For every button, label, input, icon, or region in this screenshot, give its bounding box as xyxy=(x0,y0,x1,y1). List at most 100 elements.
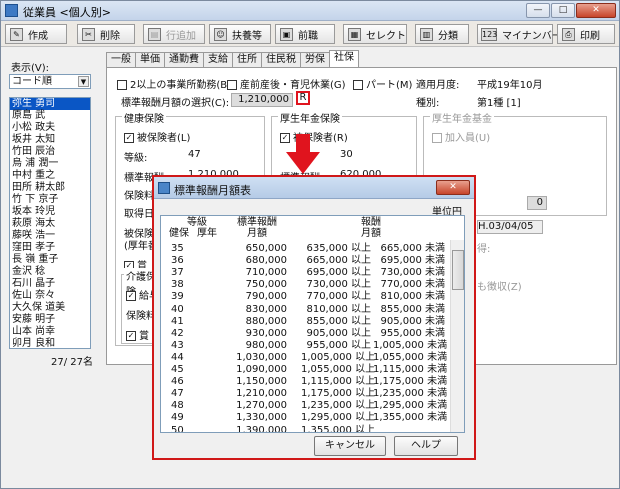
create-button[interactable]: ✎ 作成 xyxy=(5,24,67,44)
table-cell: 790,000 xyxy=(245,291,287,303)
cancel-button[interactable]: キャンセル xyxy=(314,436,386,456)
table-cell: 44 xyxy=(171,351,184,363)
tab-4[interactable]: 住所 xyxy=(232,52,262,67)
employee-item[interactable]: 窪田 孝子 xyxy=(10,242,90,254)
type-value: 第1種 [1] xyxy=(477,98,521,109)
fund-num-field[interactable]: 0 xyxy=(527,196,547,210)
table-cell: 810,000 未満 xyxy=(380,291,445,303)
table-row[interactable]: 42 930,000 905,000 以上 955,000 未満 xyxy=(161,327,451,340)
delete-button[interactable]: ✂ 削除 xyxy=(77,24,135,44)
employee-item[interactable]: 金沢 稔 xyxy=(10,266,90,278)
employee-item[interactable]: 石川 晶子 xyxy=(10,278,90,290)
close-button[interactable]: ✕ xyxy=(576,3,616,18)
employee-item[interactable]: 萩原 海太 xyxy=(10,218,90,230)
help-button[interactable]: ヘルプ xyxy=(394,436,458,456)
minimize-button[interactable]: — xyxy=(526,3,550,18)
employee-item[interactable]: 竹 下 京子 xyxy=(10,194,90,206)
table-cell: 36 xyxy=(171,255,184,267)
table-row[interactable]: 37 710,000 695,000 以上 730,000 未満 xyxy=(161,266,451,279)
employee-item[interactable]: 弥生 勇司 xyxy=(10,98,90,110)
premium-label: 保険料 xyxy=(124,191,154,202)
health-insured-checkbox[interactable]: ✓ 被保険者(L) xyxy=(124,129,190,144)
employee-item[interactable]: 小松 政夫 xyxy=(10,122,90,134)
tab-7[interactable]: 社保 xyxy=(329,50,359,67)
employee-item[interactable]: 山本 尚幸 xyxy=(10,326,90,338)
table-row[interactable]: 36 680,000 665,000 以上 695,000 未満 xyxy=(161,254,451,267)
sort-select[interactable]: コード順 ▼ xyxy=(9,74,91,89)
add-row-button[interactable]: ▤ 行追加 xyxy=(143,24,205,44)
select-button[interactable]: ▦ セレクト xyxy=(343,24,407,44)
tab-1[interactable]: 単価 xyxy=(135,52,165,67)
table-row[interactable]: 41 880,000 855,000 以上 905,000 未満 xyxy=(161,315,451,328)
table-row[interactable]: 50 1,390,000 1,355,000 以上 xyxy=(161,424,451,433)
fund-date-field[interactable]: H.03/04/05 xyxy=(477,220,543,234)
dual-office-checkbox[interactable]: 2以上の事業所勤務(B) xyxy=(117,76,231,91)
table-row[interactable]: 35 650,000 635,000 以上 665,000 未満 xyxy=(161,242,451,255)
table-row[interactable]: 43 980,000 955,000 以上 1,005,000 未満 xyxy=(161,339,451,352)
tab-6[interactable]: 労保 xyxy=(300,52,330,67)
table-cell: 49 xyxy=(171,412,184,424)
table-cell: 955,000 未満 xyxy=(380,327,445,339)
table-cell: 1,175,000 未満 xyxy=(373,376,448,388)
table-row[interactable]: 40 830,000 810,000 以上 855,000 未満 xyxy=(161,303,451,316)
reward-table[interactable]: 等級 健保 厚年 標準報酬 月額 報酬 月額 35 650,000 635,000 … xyxy=(160,215,465,433)
employee-item[interactable]: 大久保 道美 xyxy=(10,302,90,314)
employee-item[interactable]: 坂本 玲児 xyxy=(10,206,90,218)
table-row[interactable]: 45 1,090,000 1,055,000 以上 1,115,000 未満 xyxy=(161,363,451,376)
maternity-checkbox[interactable]: 産前産後・育児休業(G) xyxy=(227,76,346,91)
add-row-label: 行追加 xyxy=(166,30,196,42)
maximize-button[interactable]: □ xyxy=(551,3,575,18)
table-row[interactable]: 38 750,000 730,000 以上 770,000 未満 xyxy=(161,278,451,291)
dependents-button[interactable]: ☺ 扶養等 xyxy=(209,24,271,44)
table-row[interactable]: 46 1,150,000 1,115,000 以上 1,175,000 未満 xyxy=(161,375,451,388)
table-row[interactable]: 44 1,030,000 1,005,000 以上 1,055,000 未満 xyxy=(161,351,451,364)
table-cell: 1,030,000 xyxy=(236,351,287,363)
table-cell: 1,150,000 xyxy=(236,376,287,388)
table-row[interactable]: 47 1,210,000 1,175,000 以上 1,235,000 未満 xyxy=(161,387,451,400)
employee-item[interactable]: 原島 武 xyxy=(10,110,90,122)
table-scrollbar[interactable] xyxy=(450,240,464,432)
table-cell: 1,210,000 xyxy=(236,388,287,400)
table-row[interactable]: 48 1,270,000 1,235,000 以上 1,295,000 未満 xyxy=(161,399,451,412)
r-button[interactable]: R xyxy=(296,91,310,105)
table-cell: 37 xyxy=(171,267,184,279)
print-button[interactable]: ⎙ 印刷 xyxy=(557,24,615,44)
table-cell: 680,000 xyxy=(245,255,287,267)
table-cell: 1,295,000 以上 xyxy=(301,412,376,424)
table-cell: 635,000 以上 xyxy=(306,243,371,254)
table-row[interactable]: 39 790,000 770,000 以上 810,000 未満 xyxy=(161,290,451,303)
tab-2[interactable]: 通勤費 xyxy=(164,52,204,67)
health-title: 健康保険 xyxy=(122,110,166,125)
tab-3[interactable]: 支給 xyxy=(203,52,233,67)
tab-5[interactable]: 住民税 xyxy=(261,52,301,67)
employee-item[interactable]: 烏 浦 潤一 xyxy=(10,158,90,170)
employee-item[interactable]: 竹田 辰治 xyxy=(10,146,90,158)
employee-item[interactable]: 坂井 太知 xyxy=(10,134,90,146)
table-cell: 880,000 xyxy=(245,315,287,327)
employee-item[interactable]: 長 嶺 重子 xyxy=(10,254,90,266)
employee-list[interactable]: 弥生 勇司 原島 武小松 政夫 坂井 太知 竹田 辰治烏 浦 潤一 中村 重之 田所 耕太… xyxy=(9,97,91,349)
table-cell: 47 xyxy=(171,388,184,400)
chevron-down-icon[interactable]: ▼ xyxy=(78,76,89,87)
tab-0[interactable]: 一般 xyxy=(106,52,136,67)
employee-item[interactable]: 田所 耕太郎 xyxy=(10,182,90,194)
part-time-checkbox[interactable]: パート(M) xyxy=(353,76,412,91)
table-cell: 50 xyxy=(171,424,184,433)
prev-job-button[interactable]: ▣ 前職 xyxy=(275,24,335,44)
table-cell: 1,390,000 xyxy=(236,424,287,433)
header-grade: 等級 xyxy=(187,217,207,228)
employee-item[interactable]: 藤咲 浩一 xyxy=(10,230,90,242)
fund-join-checkbox[interactable]: 加入員(U) xyxy=(432,129,490,144)
employee-item[interactable]: 安藤 明子 xyxy=(10,314,90,326)
employee-item[interactable]: 中村 重之 xyxy=(10,170,90,182)
table-cell: 695,000 未満 xyxy=(380,255,445,267)
dialog-close-button[interactable]: ✕ xyxy=(436,180,470,195)
mynumber-button[interactable]: 123 マイナンバー xyxy=(477,24,562,44)
employee-item[interactable]: 佐山 奈々 xyxy=(10,290,90,302)
classify-button[interactable]: ▥ 分類 xyxy=(415,24,469,44)
table-row[interactable]: 49 1,330,000 1,295,000 以上 1,355,000 未満 xyxy=(161,411,451,424)
scroll-thumb[interactable] xyxy=(452,250,464,290)
employee-item[interactable]: 卯月 良和 xyxy=(10,338,90,348)
down-arrow-icon xyxy=(286,134,320,174)
care-bonus-checkbox[interactable]: ✓ 賞 xyxy=(126,327,149,342)
